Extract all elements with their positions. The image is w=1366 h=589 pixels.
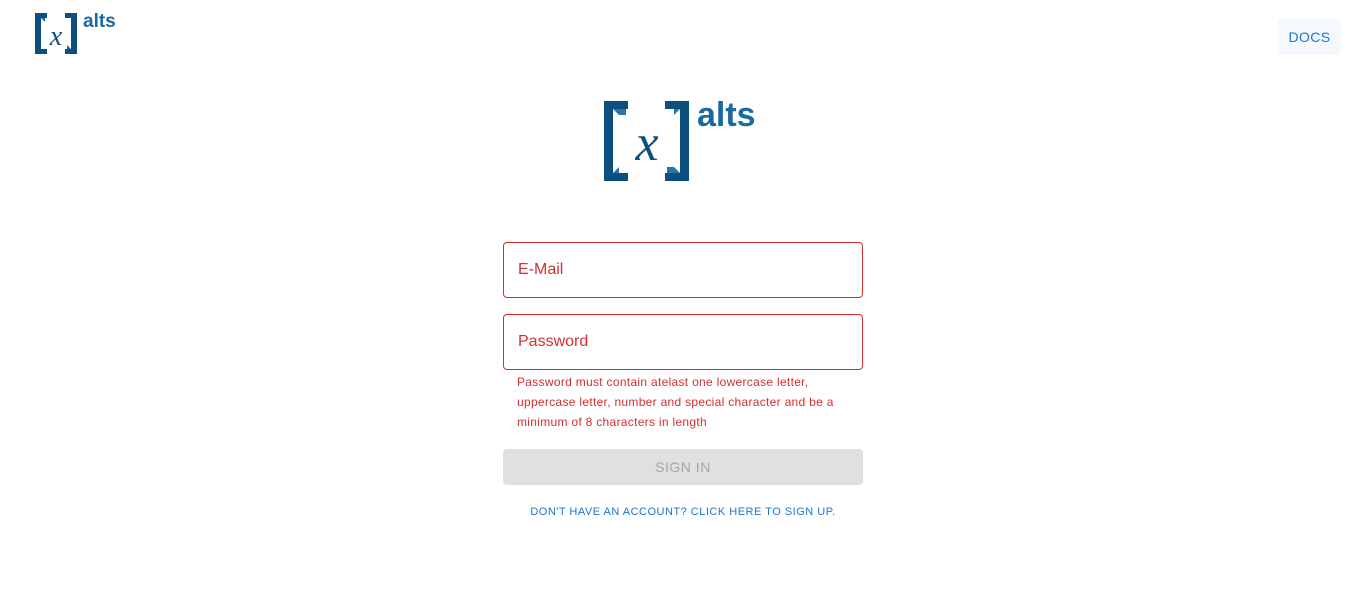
svg-text:x: x [634,115,658,172]
password-error-text: Password must contain atelast one lowerc… [517,375,834,429]
svg-text:alts: alts [83,13,116,32]
svg-text:x: x [49,21,63,52]
sign-up-link[interactable]: DON'T HAVE AN ACCOUNT? CLICK HERE TO SIG… [503,506,863,518]
xalts-logo-icon: x alts [35,11,116,54]
email-field-outline [503,242,863,298]
header-logo[interactable]: x alts [35,11,117,57]
email-field[interactable] [504,243,862,297]
docs-button[interactable]: DOCS [1278,19,1341,55]
top-bar: x alts DOCS [0,0,1366,70]
xalts-logo-icon: x alts [604,96,756,181]
password-field-outline [503,314,863,370]
hero-logo: x alts [604,96,766,184]
password-field[interactable] [504,315,862,369]
sign-in-button[interactable]: SIGN IN [503,449,863,485]
svg-text:alts: alts [697,96,756,134]
